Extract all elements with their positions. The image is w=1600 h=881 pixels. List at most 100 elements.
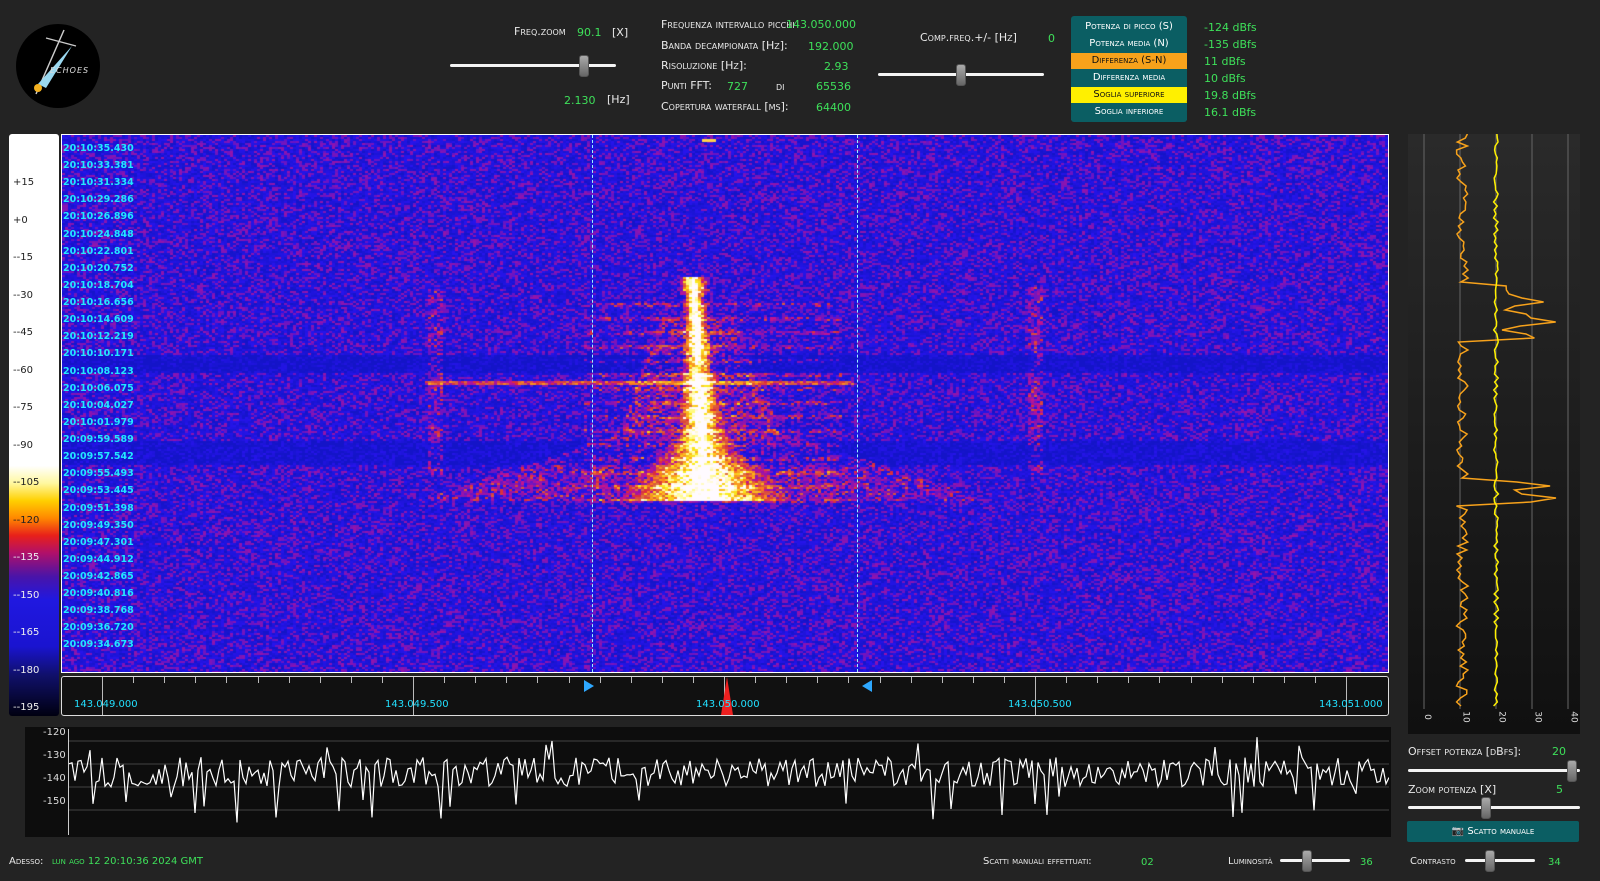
fft-points-of: di xyxy=(776,80,785,93)
power-button-4[interactable]: Soglia superiore xyxy=(1071,87,1187,103)
manual-shot-button[interactable]: 📷 Scatto manuale xyxy=(1407,821,1579,842)
frequency-axis[interactable]: 143.049.000 143.049.500 143.050.000 143.050… xyxy=(61,676,1389,716)
resolution-label: Risoluzione [Hz]: xyxy=(661,59,747,72)
waterfall-timestamp: 20:09:59.589 xyxy=(63,434,134,446)
power-button-5[interactable]: Soglia inferiore xyxy=(1071,104,1187,120)
manual-shot-button-label: Scatto manuale xyxy=(1467,826,1535,837)
power-value-0: -124 dBfs xyxy=(1204,21,1257,34)
freq-zoom-slider[interactable] xyxy=(450,55,616,77)
histogram-tick-label: 20 xyxy=(1496,711,1507,723)
frequency-tick xyxy=(817,677,819,683)
signal-y-label: -120 xyxy=(43,727,66,738)
resolution-value: 2.93 xyxy=(824,60,849,73)
frequency-tick xyxy=(381,677,383,683)
zoom-power-slider[interactable] xyxy=(1408,797,1580,819)
frequency-tick-label: 143.049.500 xyxy=(385,699,449,710)
waterfall-timestamp: 20:09:40.816 xyxy=(63,588,134,600)
waterfall-timestamp: 20:10:08.123 xyxy=(63,365,134,377)
comp-freq-label: Comp.freq.+/- [Hz] xyxy=(920,31,1017,44)
right-bandwidth-arrow-icon[interactable] xyxy=(861,679,873,693)
comp-freq-slider[interactable] xyxy=(878,64,1044,86)
fft-points-total: 65536 xyxy=(816,80,851,93)
frequency-tick xyxy=(1066,677,1068,683)
power-button-0[interactable]: Potenza di picco (S) xyxy=(1071,19,1187,35)
freq-zoom-unit: [X] xyxy=(612,26,629,39)
color-scale-bar: +15 +0 --15 --30 --45 --60 --75 --90 --105 --120 -… xyxy=(9,134,59,716)
frequency-tick xyxy=(941,677,943,683)
waterfall-timestamp: 20:10:24.848 xyxy=(63,228,134,240)
frequency-tick xyxy=(568,677,570,683)
colorbar-label: --75 xyxy=(13,402,33,413)
waterfall-timestamp: 20:10:16.656 xyxy=(63,297,134,309)
freq-zoom-slider-thumb[interactable] xyxy=(579,55,590,77)
colorbar-label: --195 xyxy=(13,702,40,713)
peak-interval-label: Frequenza intervallo picchi xyxy=(661,18,795,31)
frequency-tick xyxy=(848,677,850,683)
brightness-slider[interactable] xyxy=(1280,850,1350,872)
histogram-tick-label: 30 xyxy=(1532,711,1543,723)
zoom-power-slider-thumb[interactable] xyxy=(1480,797,1491,819)
waterfall-timestamp: 20:10:01.979 xyxy=(63,416,134,428)
power-value-1: -135 dBfs xyxy=(1204,38,1257,51)
offset-power-slider-track xyxy=(1408,769,1580,772)
power-button-1[interactable]: Potenza media (N) xyxy=(1071,36,1187,52)
offset-power-slider[interactable] xyxy=(1408,760,1580,782)
waterfall-timestamp: 20:09:47.301 xyxy=(63,536,134,548)
logo-text: ECHOES xyxy=(50,66,90,75)
waterfall-timestamp: 20:10:31.334 xyxy=(63,177,134,189)
signal-power-plot: -120 -130 -140 -150 xyxy=(25,727,1391,837)
colorbar-label: --105 xyxy=(13,477,40,488)
colorbar-label: --120 xyxy=(13,514,40,526)
colorbar-label: --60 xyxy=(13,364,33,376)
colorbar-label: --180 xyxy=(13,664,40,676)
colorbar-label: +15 xyxy=(13,177,35,188)
waterfall-timestamp: 20:10:35.430 xyxy=(63,143,134,154)
signal-y-label: -140 xyxy=(43,773,66,784)
waterfall-timestamp: 20:10:10.171 xyxy=(63,348,134,360)
frequency-tick xyxy=(1283,677,1285,683)
manual-shots-value: 02 xyxy=(1141,857,1154,868)
frequency-tick xyxy=(195,677,197,683)
fft-points-value: 727 xyxy=(727,80,748,93)
waterfall-timestamp: 20:09:42.865 xyxy=(63,571,134,582)
frequency-tick xyxy=(661,677,663,683)
colorbar-label: --45 xyxy=(13,327,33,338)
frequency-tick xyxy=(444,677,446,683)
waterfall-timestamp: 20:10:22.801 xyxy=(63,245,134,257)
echoes-logo: ECHOES xyxy=(16,24,100,108)
waterfall-timestamp: 20:10:12.219 xyxy=(63,331,134,343)
power-button-2[interactable]: Differenza (S-N) xyxy=(1071,53,1187,69)
power-button-3[interactable]: Differenza media xyxy=(1071,70,1187,86)
frequency-tick-label: 143.050.500 xyxy=(1008,699,1072,710)
offset-power-value: 20 xyxy=(1552,745,1566,758)
power-value-4: 19.8 dBfs xyxy=(1204,89,1257,102)
frequency-tick xyxy=(630,677,632,683)
waterfall-timestamp: 20:10:26.896 xyxy=(63,211,134,223)
contrast-label: Contrasto xyxy=(1410,856,1456,867)
signal-y-label: -150 xyxy=(43,796,66,807)
now-label: Adesso: xyxy=(9,856,44,867)
freq-zoom-hz-value: 2.130 xyxy=(564,94,596,107)
decimated-band-label: Banda decampionata [Hz]: xyxy=(661,39,788,52)
signal-trace xyxy=(69,737,1389,823)
offset-power-slider-thumb[interactable] xyxy=(1566,760,1577,782)
brightness-slider-thumb[interactable] xyxy=(1301,850,1312,872)
left-bandwidth-arrow-icon[interactable] xyxy=(583,679,595,693)
power-value-3: 10 dBfs xyxy=(1204,72,1246,85)
frequency-tick xyxy=(1128,677,1130,683)
waterfall-timestamp: 20:10:14.609 xyxy=(63,314,134,326)
comp-freq-slider-thumb[interactable] xyxy=(956,64,966,86)
frequency-tick xyxy=(1221,677,1223,683)
frequency-tick xyxy=(475,677,477,683)
waterfall-timestamp: 20:10:06.075 xyxy=(63,382,134,394)
brightness-label: Luminosità xyxy=(1228,856,1273,867)
waterfall-display[interactable]: 20:10:35.430 20:10:33.381 20:10:31.334 20:1… xyxy=(61,134,1389,673)
contrast-slider-thumb[interactable] xyxy=(1485,850,1496,872)
waterfall-timestamp: 20:09:51.398 xyxy=(63,502,134,514)
waterfall-timestamp: 20:10:18.704 xyxy=(63,279,134,291)
zoom-power-value: 5 xyxy=(1556,783,1563,796)
frequency-tick xyxy=(164,677,166,683)
frequency-tick xyxy=(972,677,974,683)
peak-interval-value: 143.050.000 xyxy=(786,18,856,31)
contrast-slider[interactable] xyxy=(1465,850,1535,872)
